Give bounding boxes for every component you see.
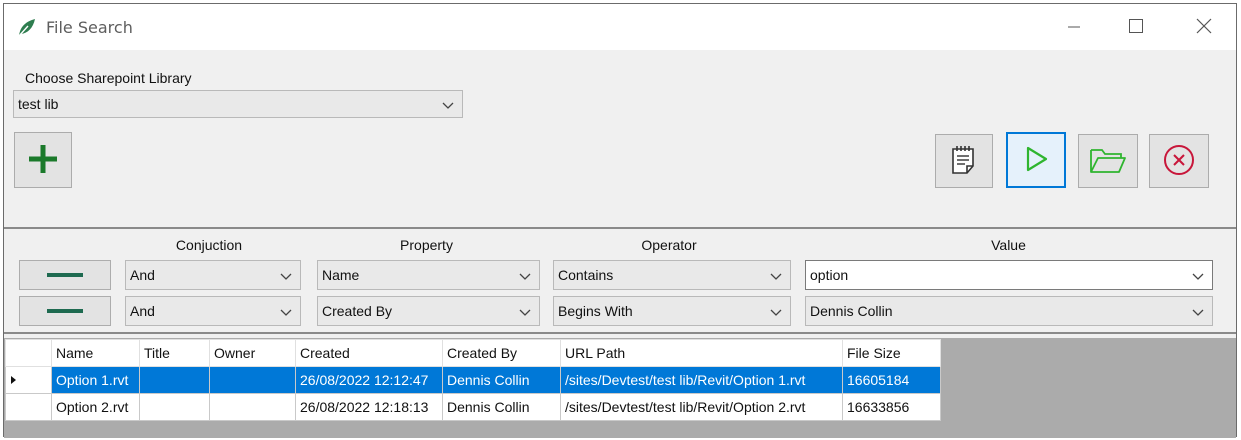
property-header: Property — [400, 237, 453, 253]
cell-title[interactable] — [139, 366, 210, 394]
operator-value: Begins With — [558, 303, 633, 319]
plus-icon — [26, 142, 60, 179]
table-row[interactable]: Option 1.rvt 26/08/2022 12:12:47 Dennis … — [5, 366, 941, 394]
conjunction-value: And — [130, 267, 155, 283]
play-icon — [1022, 145, 1050, 176]
conjunction-dropdown[interactable]: And — [125, 296, 301, 326]
minus-icon — [47, 309, 83, 313]
value-input[interactable]: option — [805, 260, 1213, 290]
chevron-down-icon — [770, 305, 782, 317]
library-label: Choose Sharepoint Library — [25, 70, 192, 86]
property-dropdown[interactable]: Created By — [317, 296, 540, 326]
property-value: Name — [322, 267, 360, 283]
open-folder-button[interactable] — [1078, 134, 1138, 188]
conjunction-header: Conjuction — [175, 237, 243, 253]
cell-created-by[interactable]: Dennis Collin — [442, 366, 561, 394]
cell-name[interactable]: Option 1.rvt — [51, 366, 140, 394]
results-grid: Name Title Owner Created Created By URL … — [4, 338, 1236, 438]
column-header-name[interactable]: Name — [51, 339, 140, 367]
cell-created[interactable]: 26/08/2022 12:12:47 — [295, 366, 443, 394]
value-header: Value — [991, 237, 1026, 253]
remove-filter-button[interactable] — [19, 296, 111, 326]
cell-owner[interactable] — [209, 393, 296, 421]
close-icon — [1196, 18, 1212, 37]
cell-url-path[interactable]: /sites/Devtest/test lib/Revit/Option 1.r… — [560, 366, 843, 394]
cell-name[interactable]: Option 2.rvt — [51, 393, 140, 421]
minus-icon — [47, 273, 83, 277]
conjunction-value: And — [130, 303, 155, 319]
minimize-button[interactable] — [1044, 4, 1104, 50]
chevron-down-icon — [280, 305, 292, 317]
close-button[interactable] — [1174, 4, 1234, 50]
leaf-icon — [16, 16, 38, 38]
file-search-window: File Search Choose Sharepoint Library te… — [3, 3, 1237, 438]
library-selected-value: test lib — [18, 96, 59, 112]
maximize-button[interactable] — [1106, 4, 1166, 50]
column-header-owner[interactable]: Owner — [209, 339, 296, 367]
cell-created[interactable]: 26/08/2022 12:18:13 — [295, 393, 443, 421]
chevron-down-icon — [770, 269, 782, 281]
chevron-down-icon — [1192, 269, 1204, 281]
notes-button[interactable] — [935, 134, 993, 188]
property-value: Created By — [322, 303, 393, 319]
chevron-down-icon — [280, 269, 292, 281]
column-header-url-path[interactable]: URL Path — [560, 339, 843, 367]
column-header-file-size[interactable]: File Size — [842, 339, 941, 367]
maximize-icon — [1128, 18, 1144, 37]
value-dropdown[interactable]: Dennis Collin — [805, 296, 1213, 326]
conjunction-dropdown[interactable]: And — [125, 260, 301, 290]
cell-title[interactable] — [139, 393, 210, 421]
title-bar: File Search — [4, 4, 1236, 50]
header-row: Name Title Owner Created Created By URL … — [5, 339, 941, 367]
cell-file-size[interactable]: 16605184 — [842, 366, 941, 394]
value-text: Dennis Collin — [810, 303, 893, 319]
property-dropdown[interactable]: Name — [317, 260, 540, 290]
row-header-corner — [5, 339, 52, 367]
remove-filter-button[interactable] — [19, 260, 111, 290]
cell-file-size[interactable]: 16633856 — [842, 393, 941, 421]
add-filter-button[interactable] — [14, 132, 72, 188]
chevron-down-icon — [442, 98, 454, 110]
window-title: File Search — [46, 18, 133, 37]
row-selector[interactable] — [5, 366, 52, 394]
column-header-created-by[interactable]: Created By — [442, 339, 561, 367]
notepad-icon — [949, 144, 979, 179]
column-header-title[interactable]: Title — [139, 339, 210, 367]
run-search-button[interactable] — [1006, 132, 1066, 188]
row-pointer-icon — [10, 372, 18, 388]
operator-header: Operator — [641, 237, 697, 253]
library-dropdown[interactable]: test lib — [13, 90, 463, 118]
minimize-icon — [1067, 19, 1081, 36]
chevron-down-icon — [519, 305, 531, 317]
results-table: Name Title Owner Created Created By URL … — [5, 339, 941, 421]
chevron-down-icon — [1192, 305, 1204, 317]
table-row[interactable]: Option 2.rvt 26/08/2022 12:18:13 Dennis … — [5, 393, 941, 421]
value-text: option — [810, 267, 849, 283]
folder-icon — [1088, 144, 1128, 179]
operator-dropdown[interactable]: Begins With — [553, 296, 791, 326]
cancel-button[interactable] — [1149, 134, 1209, 188]
cancel-circle-icon — [1162, 143, 1196, 180]
operator-value: Contains — [558, 267, 614, 283]
row-selector[interactable] — [5, 393, 52, 421]
cell-owner[interactable] — [209, 366, 296, 394]
cell-created-by[interactable]: Dennis Collin — [442, 393, 561, 421]
chevron-down-icon — [519, 269, 531, 281]
cell-url-path[interactable]: /sites/Devtest/test lib/Revit/Option 2.r… — [560, 393, 843, 421]
column-header-created[interactable]: Created — [295, 339, 443, 367]
operator-dropdown[interactable]: Contains — [553, 260, 791, 290]
